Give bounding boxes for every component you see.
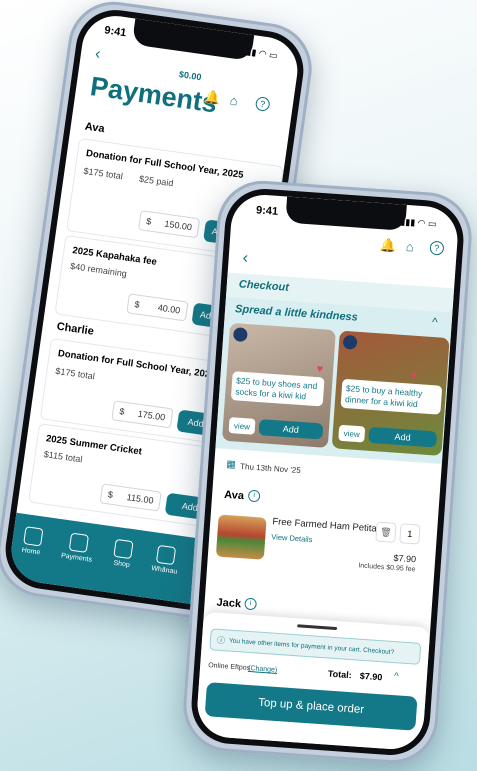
kindness-title: Spread a little kindness (234, 303, 359, 324)
cart-item: Free Farmed Ham Petita View Details 🗑 1 … (214, 509, 434, 594)
nav-payments[interactable]: Payments (61, 532, 96, 564)
info-icon[interactable]: i (244, 597, 258, 611)
item-remaining: $40 remaining (69, 260, 128, 279)
sheet-handle[interactable] (296, 624, 337, 631)
status-time: 9:41 (255, 204, 279, 218)
right-screen: 9:41 ▮▮▮ ◠ ▭ 🔔 ⌂ ? ‹ Checkout Spread a l… (195, 192, 460, 752)
change-link[interactable]: (Change) (248, 665, 278, 674)
item-title: Free Farmed Ham Petita (272, 516, 378, 535)
offer-text: $25 to buy shoes and socks for a kiwi ki… (230, 371, 325, 407)
bell-icon[interactable]: 🔔 (379, 237, 396, 254)
family-icon (156, 544, 177, 566)
order-date: Thu 13th Nov '25 (239, 461, 302, 476)
amount-input[interactable]: $175.00 (111, 400, 174, 429)
bell-icon[interactable]: 🔔 (203, 89, 221, 107)
view-button[interactable]: view (228, 417, 256, 435)
offer-text: $25 to buy a healthy dinner for a kiwi k… (340, 378, 443, 415)
item-price: $7.90 (393, 552, 417, 565)
notice-text: You have other items for payment in your… (228, 637, 395, 656)
notice-banner[interactable]: ⓘ You have other items for payment in yo… (209, 628, 422, 665)
nav-home[interactable]: Home (21, 526, 44, 556)
checkout-sheet: ⓘ You have other items for payment in yo… (195, 611, 431, 752)
child-name-ava: Ava (84, 120, 106, 136)
amount-input[interactable]: $40.00 (126, 293, 189, 322)
total-label: Total: (327, 668, 353, 681)
back-chevron-icon[interactable]: ‹ (94, 45, 102, 64)
item-total: $175 total (82, 165, 124, 182)
status-time: 9:41 (103, 24, 128, 40)
offer-card: ♥ $25 to buy a healthy dinner for a kiwi… (331, 330, 450, 456)
info-icon: ⓘ (216, 635, 226, 645)
nav-shop[interactable]: Shop (112, 538, 134, 569)
school-icon[interactable]: ⌂ (405, 239, 414, 255)
status-icons: ▮▮▮ ◠ ▭ (400, 216, 437, 229)
offer-card: ♥ $25 to buy shoes and socks for a kiwi … (221, 322, 336, 448)
section-title: Checkout (238, 278, 290, 294)
add-button[interactable]: Add (258, 419, 324, 440)
view-button[interactable]: view (338, 424, 366, 443)
shop-icon (113, 538, 134, 560)
right-phone: 9:41 ▮▮▮ ◠ ▭ 🔔 ⌂ ? ‹ Checkout Spread a l… (180, 177, 475, 767)
payment-method: Online Eftpos (207, 662, 251, 673)
amount-input[interactable]: $150.00 (137, 210, 201, 239)
place-order-button[interactable]: Top up & place order (204, 682, 418, 731)
total-value: $7.90 (359, 670, 383, 683)
help-icon[interactable]: ? (429, 240, 445, 256)
home-icon (23, 526, 44, 547)
child-name-charlie: Charlie (55, 320, 95, 338)
charity-logo (232, 327, 248, 343)
trash-icon[interactable]: 🗑 (375, 521, 397, 543)
item-total: $115 total (43, 449, 84, 465)
calendar-icon: ▦ (225, 458, 237, 471)
quantity-value[interactable]: 1 (399, 523, 421, 545)
payments-icon (68, 532, 89, 553)
school-icon[interactable]: ⌂ (229, 93, 239, 109)
child-name-jack: Jack (216, 596, 242, 611)
nav-family[interactable]: Whãnau (151, 544, 181, 576)
chevron-up-icon[interactable]: ^ (432, 315, 439, 329)
heart-icon: ♥ (409, 369, 418, 382)
view-details-link[interactable]: View Details (271, 532, 313, 544)
heart-icon: ♥ (316, 363, 324, 376)
add-button[interactable]: Add (368, 426, 438, 448)
kindness-banner: Spread a little kindness ^ ♥ $25 to buy … (215, 296, 453, 464)
chevron-up-icon[interactable]: ^ (394, 671, 399, 682)
amount-input[interactable]: $115.00 (99, 483, 162, 512)
item-total: $175 total (54, 365, 96, 382)
item-fee: Includes $0.95 fee (358, 562, 416, 574)
wallet-balance[interactable]: $0.00 (178, 69, 202, 82)
food-image (215, 514, 267, 560)
back-chevron-icon[interactable]: ‹ (242, 250, 249, 268)
info-icon[interactable]: i (247, 489, 261, 503)
child-name-ava: Ava (223, 488, 245, 503)
help-icon[interactable]: ? (254, 96, 271, 112)
charity-logo (342, 334, 358, 350)
item-paid: $25 paid (138, 173, 175, 189)
